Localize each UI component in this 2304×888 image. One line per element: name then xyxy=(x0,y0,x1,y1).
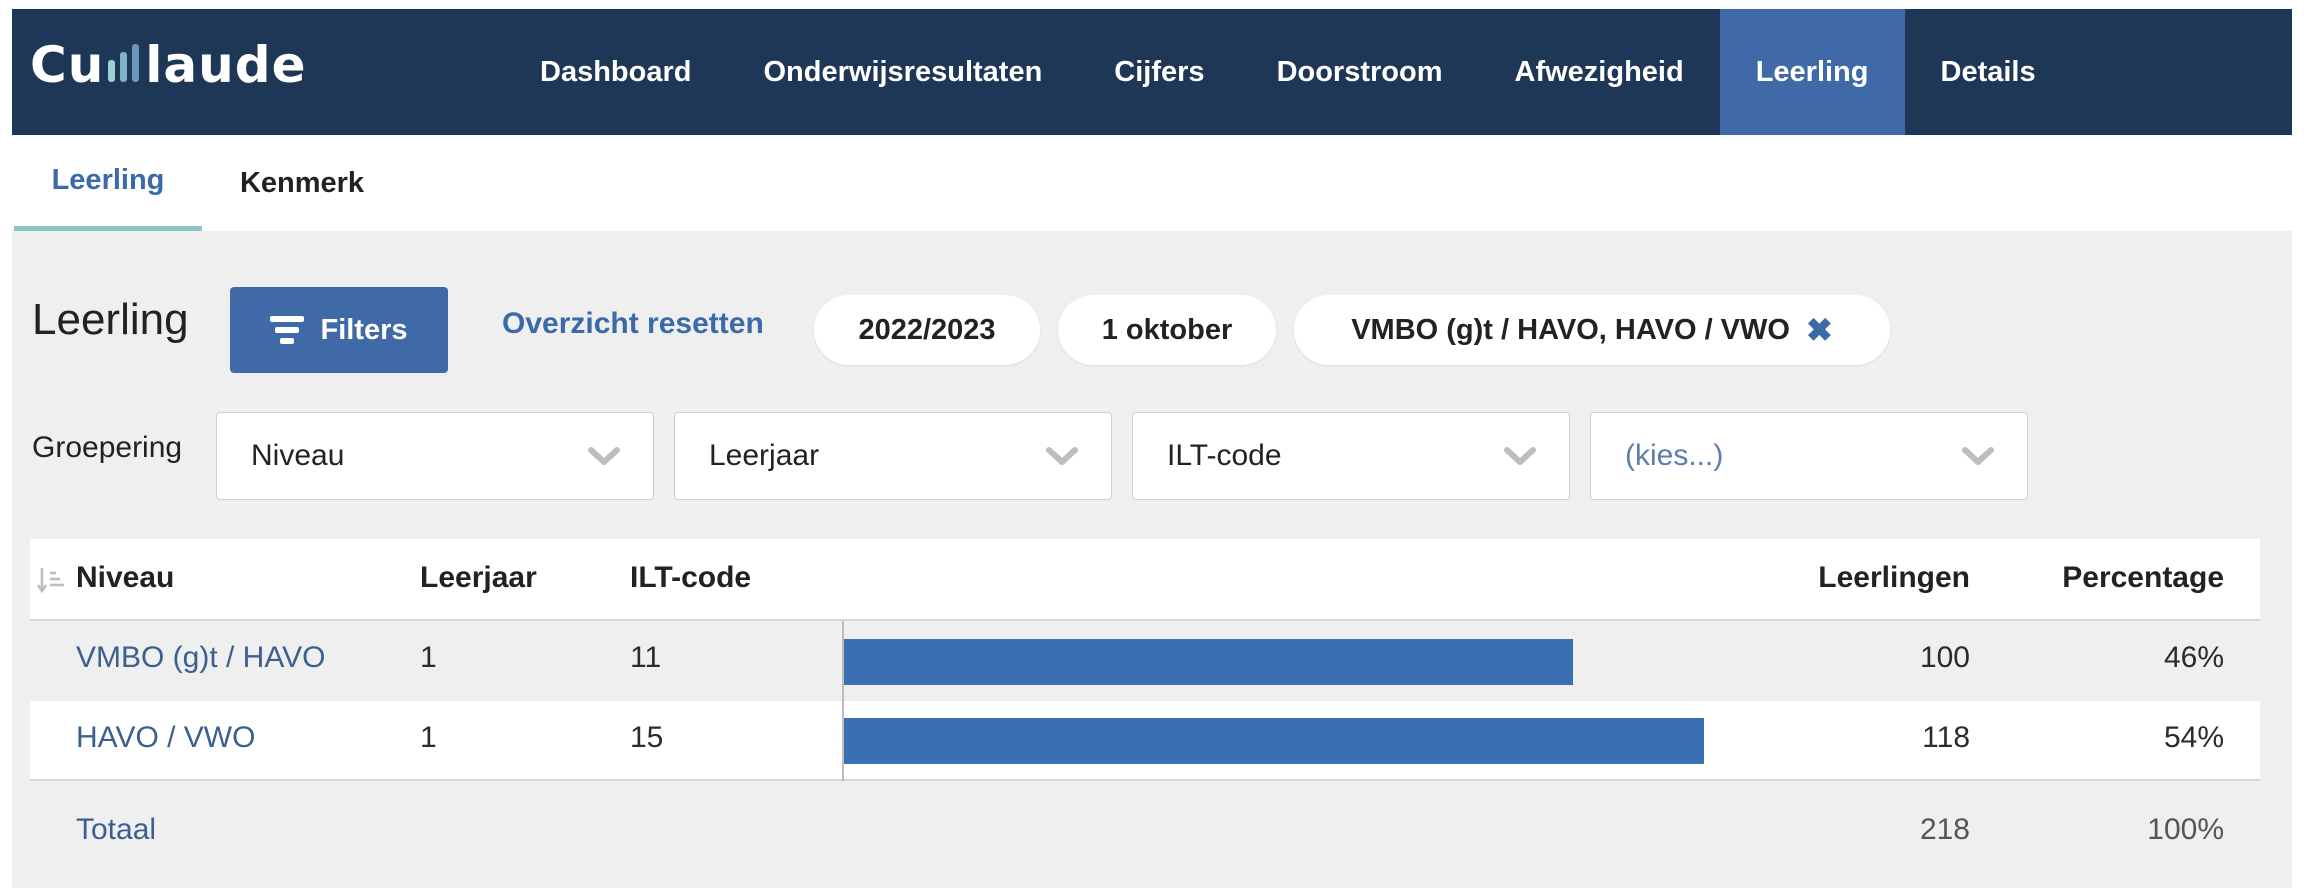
main-content: Leerling Filters Overzicht resetten 2022… xyxy=(12,231,2292,888)
cell-percentage: 54% xyxy=(2163,721,2224,754)
grouping-select-4-value: (kies...) xyxy=(1625,439,1724,472)
top-navbar: Cu laude Dashboard Onderwijsresultaten C… xyxy=(12,9,2292,135)
filters-button-label: Filters xyxy=(320,313,408,346)
reset-overview-link[interactable]: Overzicht resetten xyxy=(502,307,764,341)
filters-button[interactable]: Filters xyxy=(230,287,448,373)
chevron-down-icon xyxy=(588,447,620,465)
grouping-select-1-value: Niveau xyxy=(251,439,345,472)
tab-kenmerk[interactable]: Kenmerk xyxy=(232,135,372,231)
column-header-leerjaar[interactable]: Leerjaar xyxy=(420,561,537,595)
table-header: Niveau Leerjaar ILT-code Leerlingen Perc… xyxy=(30,539,2260,621)
filter-pill-date[interactable]: 1 oktober xyxy=(1058,295,1276,365)
cell-niveau: VMBO (g)t / HAVO xyxy=(76,641,326,674)
nav-item-afwezigheid[interactable]: Afwezigheid xyxy=(1479,9,1720,135)
filter-pill-niveau[interactable]: VMBO (g)t / HAVO, HAVO / VWO ✖ xyxy=(1294,295,1890,365)
column-header-iltcode[interactable]: ILT-code xyxy=(630,561,751,595)
total-label: Totaal xyxy=(76,813,157,846)
chevron-down-icon xyxy=(1504,447,1536,465)
nav-item-onderwijsresultaten[interactable]: Onderwijsresultaten xyxy=(727,9,1078,135)
results-table: Niveau Leerjaar ILT-code Leerlingen Perc… xyxy=(30,539,2260,873)
table-total-row: Totaal 218 100% xyxy=(30,781,2260,873)
tab-leerling[interactable]: Leerling xyxy=(14,135,202,231)
grouping-label: Groepering xyxy=(32,431,183,464)
nav-item-doorstroom[interactable]: Doorstroom xyxy=(1241,9,1479,135)
main-nav: Dashboard Onderwijsresultaten Cijfers Do… xyxy=(504,9,2072,135)
chevron-down-icon xyxy=(1962,447,1994,465)
page-title: Leerling xyxy=(32,295,189,344)
sub-tabs: Leerling Kenmerk xyxy=(12,135,2292,231)
cell-iltcode: 11 xyxy=(630,641,662,674)
cell-percentage: 46% xyxy=(2163,641,2224,674)
chevron-down-icon xyxy=(1046,447,1078,465)
filter-pill-schoolyear[interactable]: 2022/2023 xyxy=(814,295,1040,365)
grouping-select-3[interactable]: ILT-code xyxy=(1132,412,1570,500)
nav-item-cijfers[interactable]: Cijfers xyxy=(1078,9,1240,135)
sort-icon[interactable] xyxy=(36,565,66,595)
bar-leerlingen xyxy=(844,639,1573,685)
grouping-select-3-value: ILT-code xyxy=(1167,439,1282,472)
cell-leerjaar: 1 xyxy=(420,641,437,674)
nav-item-leerling[interactable]: Leerling xyxy=(1719,9,1905,135)
bar-axis-line xyxy=(842,621,844,781)
close-icon[interactable]: ✖ xyxy=(1806,311,1833,349)
nav-item-dashboard[interactable]: Dashboard xyxy=(504,9,727,135)
table-row[interactable]: VMBO (g)t / HAVO 1 11 100 46% xyxy=(30,621,2260,701)
column-header-leerlingen[interactable]: Leerlingen xyxy=(1818,561,1970,595)
grouping-select-2-value: Leerjaar xyxy=(709,439,820,472)
logo-bars-icon xyxy=(108,44,140,82)
total-percentage: 100% xyxy=(2147,813,2224,846)
filter-icon xyxy=(270,316,305,344)
logo-text-end: laude xyxy=(145,36,307,94)
cell-leerjaar: 1 xyxy=(420,721,437,754)
grouping-select-2[interactable]: Leerjaar xyxy=(674,412,1112,500)
column-header-percentage[interactable]: Percentage xyxy=(2062,561,2224,595)
bar-leerlingen xyxy=(844,718,1704,764)
cell-leerlingen: 118 xyxy=(1922,721,1970,754)
total-leerlingen: 218 xyxy=(1919,813,1970,846)
table-row[interactable]: HAVO / VWO 1 15 118 54% xyxy=(30,701,2260,781)
column-header-niveau[interactable]: Niveau xyxy=(76,561,174,595)
app-logo[interactable]: Cu laude xyxy=(30,35,306,95)
nav-item-details[interactable]: Details xyxy=(1905,9,2072,135)
grouping-select-4[interactable]: (kies...) xyxy=(1590,412,2028,500)
grouping-select-1[interactable]: Niveau xyxy=(216,412,654,500)
logo-text-start: Cu xyxy=(30,36,105,94)
filter-pill-niveau-label: VMBO (g)t / HAVO, HAVO / VWO xyxy=(1351,313,1790,346)
cell-iltcode: 15 xyxy=(630,721,664,754)
cell-leerlingen: 100 xyxy=(1919,641,1970,674)
cell-niveau: HAVO / VWO xyxy=(76,721,256,754)
